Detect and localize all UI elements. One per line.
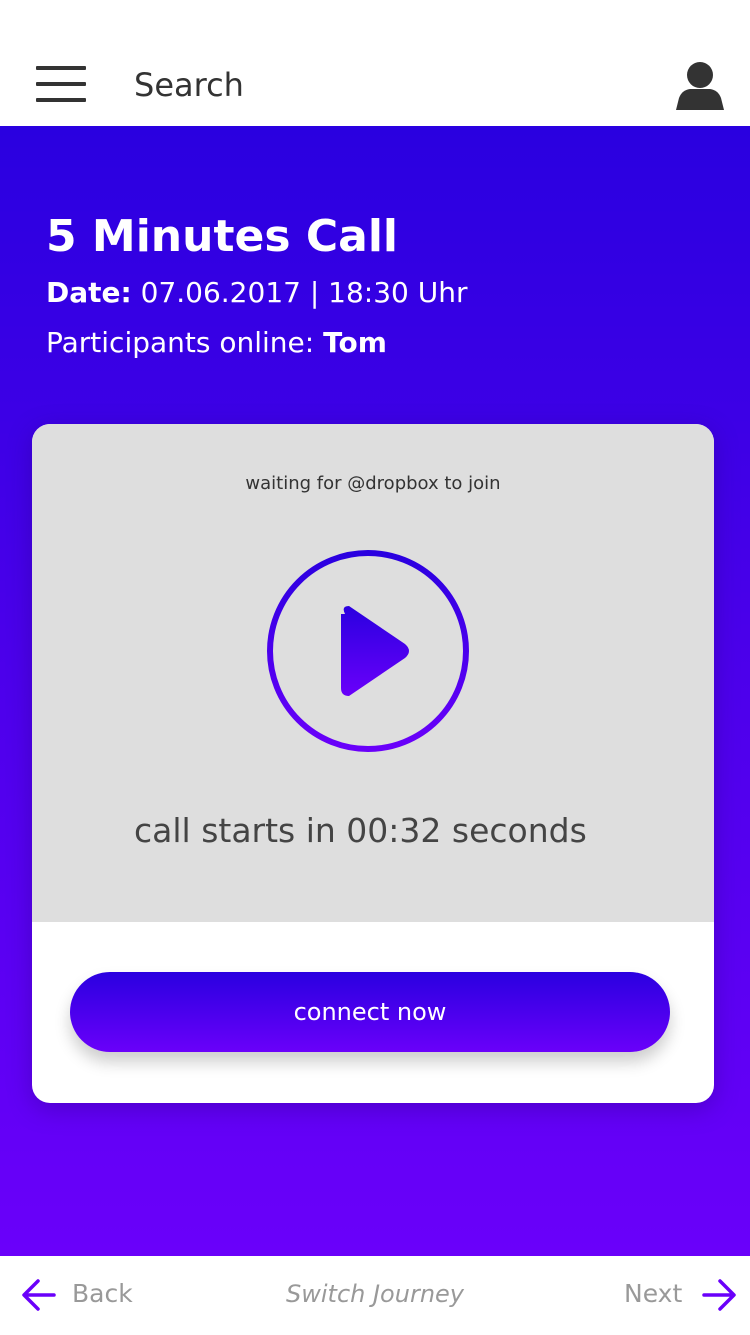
switch-journey-button[interactable] bbox=[258, 1274, 454, 1314]
waiting-status: waiting for @dropbox to join bbox=[245, 473, 501, 494]
call-preview-area: waiting for @dropbox to join call starts… bbox=[32, 424, 714, 922]
participants-online: Participants online: Tom bbox=[46, 326, 387, 360]
search-link[interactable]: Search bbox=[134, 64, 244, 106]
date-label: Date: bbox=[46, 276, 132, 309]
call-title: 5 Minutes Call bbox=[46, 211, 398, 262]
next-link[interactable]: Next bbox=[624, 1278, 682, 1310]
participants-label: Participants online: bbox=[46, 326, 315, 359]
user-avatar-icon[interactable] bbox=[674, 60, 726, 110]
countdown-text: call starts in 00:32 seconds bbox=[134, 811, 587, 850]
arrow-right-icon[interactable] bbox=[702, 1278, 736, 1312]
participant-name: Tom bbox=[323, 326, 387, 359]
call-date: Date: 07.06.2017 | 18:30 Uhr bbox=[46, 276, 468, 310]
play-icon[interactable] bbox=[265, 548, 471, 754]
call-screen: 5 Minutes Call Date: 07.06.2017 | 18:30 … bbox=[0, 126, 750, 1256]
top-navigation-bar: Search bbox=[0, 0, 750, 126]
connect-now-button[interactable]: connect now bbox=[70, 972, 670, 1052]
hamburger-menu-icon[interactable] bbox=[36, 66, 86, 104]
bottom-navigation-bar: Back Switch Journey Next bbox=[0, 1256, 750, 1335]
call-card: waiting for @dropbox to join call starts… bbox=[32, 424, 714, 1103]
date-value: 07.06.2017 | 18:30 Uhr bbox=[140, 276, 468, 309]
